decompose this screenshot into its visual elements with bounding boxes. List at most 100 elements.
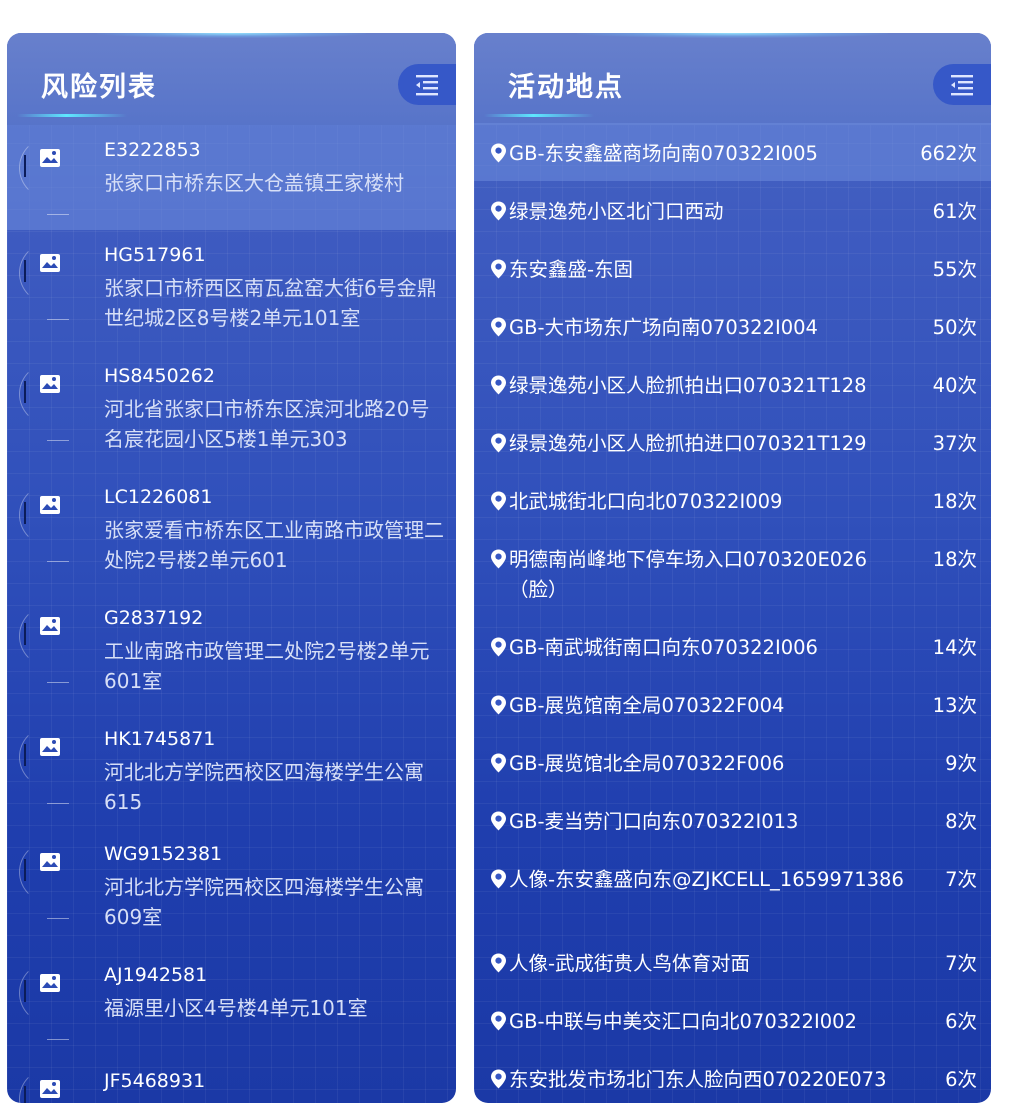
location-list-item[interactable]: 绿景逸苑小区人脸抓拍出口070321T128 40次 (474, 355, 991, 413)
title-underline (484, 114, 594, 117)
location-list-item[interactable]: GB-南武城街南口向东070322I006 14次 (474, 617, 991, 675)
location-panel-title: 活动地点 (508, 72, 624, 103)
risk-list-item[interactable]: G2837192 工业南路市政管理二处院2号楼2单元601室 (7, 593, 456, 714)
location-list-item[interactable]: GB-大市场东广场向南070322I004 50次 (474, 297, 991, 355)
location-panel-collapse-button[interactable] (933, 64, 991, 105)
location-name: GB-中联与中美交汇口向北070322I002 (509, 1010, 857, 1033)
location-panel-header: 活动地点 (474, 33, 991, 125)
location-pin-icon (491, 259, 506, 279)
risk-item-icon-frame (19, 605, 81, 683)
decorative-line (47, 561, 69, 562)
location-pin-icon (491, 549, 506, 569)
location-visit-count: 50次 (932, 316, 977, 339)
location-name: 人像-东安鑫盛向东@ZJKCELL_1659971386 (509, 868, 904, 891)
location-list-item[interactable]: 绿景逸苑小区北门口西动 61次 (474, 181, 991, 239)
risk-panel-header: 风险列表 (7, 33, 456, 125)
image-placeholder-icon (40, 149, 60, 167)
risk-panel-title: 风险列表 (41, 72, 157, 103)
risk-list-item[interactable]: HK1745871 河北北方学院西校区四海楼学生公寓615 (7, 714, 456, 829)
location-visit-count: 14次 (932, 636, 977, 659)
location-list-item[interactable]: GB-麦当劳门口向东070322I013 8次 (474, 791, 991, 849)
risk-item-icon-frame (19, 363, 81, 441)
location-list-item[interactable]: 东安批发市场北门东人脸向西070220E073 6次 (474, 1049, 991, 1103)
image-placeholder-icon (40, 254, 60, 272)
risk-item-address: 河北省张家口市桥东区滨河北路20号名宸花园小区5楼1单元303 (104, 397, 430, 451)
location-name: GB-东安鑫盛商场向南070322I005 (509, 142, 818, 165)
location-visit-count: 7次 (945, 952, 977, 975)
risk-item-id: HK1745871 (104, 728, 216, 750)
location-name: 绿景逸苑小区人脸抓拍进口070321T129 (509, 432, 867, 455)
risk-item-address: 河北北方学院西校区四海楼学生公寓615 (104, 760, 424, 814)
location-pin-icon (491, 491, 506, 511)
risk-item-icon-frame (19, 726, 81, 804)
risk-panel-collapse-button[interactable] (398, 64, 456, 105)
location-pin-icon (491, 695, 506, 715)
risk-list-item[interactable]: WG9152381 河北北方学院西校区四海楼学生公寓609室 (7, 829, 456, 950)
risk-list-item[interactable]: E3222853 张家口市桥东区大仓盖镇王家楼村 (7, 125, 456, 230)
location-list: GB-东安鑫盛商场向南070322I005 662次绿景逸苑小区北门口西动 61次东… (474, 123, 991, 1103)
risk-item-id: HS8450262 (104, 365, 215, 387)
location-pin-icon (491, 433, 506, 453)
risk-item-address: 张家口市桥东区大仓盖镇王家楼村 (104, 171, 404, 195)
location-name: 绿景逸苑小区北门口西动 (509, 200, 724, 223)
decorative-line (47, 1039, 69, 1040)
location-list-item[interactable]: GB-中联与中美交汇口向北070322I002 6次 (474, 991, 991, 1049)
location-visit-count: 13次 (932, 694, 977, 717)
location-name: 明德南尚峰地下停车场入口070320E026（脸） (509, 548, 867, 601)
image-placeholder-icon (40, 375, 60, 393)
image-placeholder-icon (40, 617, 60, 635)
location-name: GB-南武城街南口向东070322I006 (509, 636, 818, 659)
location-visit-count: 7次 (945, 868, 977, 891)
risk-item-address: 河北北方学院西校区四海楼学生公寓609室 (104, 875, 424, 929)
location-visit-count: 9次 (945, 752, 977, 775)
location-visit-count: 8次 (945, 810, 977, 833)
location-pin-icon (491, 753, 506, 773)
decorative-line (47, 214, 69, 215)
risk-item-id: HG517961 (104, 244, 206, 266)
collapse-menu-icon (416, 74, 438, 95)
location-list-item[interactable]: GB-展览馆南全局070322F004 13次 (474, 675, 991, 733)
location-visit-count: 61次 (932, 200, 977, 223)
location-list-item[interactable]: 人像-东安鑫盛向东@ZJKCELL_1659971386 7次 (474, 849, 991, 933)
location-list-panel: 活动地点 GB-东安鑫盛商场向南070322I005 662次 绿景逸苑小区北门口西… (474, 33, 991, 1103)
location-list-item[interactable]: 明德南尚峰地下停车场入口070320E026（脸） 18次 (474, 529, 991, 617)
risk-item-icon-frame (19, 484, 81, 562)
risk-list-item[interactable]: JF5468931 (7, 1056, 456, 1103)
title-underline (17, 114, 127, 117)
location-name: 东安批发市场北门东人脸向西070220E073 (509, 1068, 887, 1091)
location-list-item[interactable]: GB-东安鑫盛商场向南070322I005 662次 (474, 123, 991, 181)
location-pin-icon (491, 869, 506, 889)
location-pin-icon (491, 1011, 506, 1031)
risk-list-item[interactable]: HG517961 张家口市桥西区南瓦盆窑大街6号金鼎世纪城2区8号楼2单元101室 (7, 230, 456, 351)
location-list-item[interactable]: 绿景逸苑小区人脸抓拍进口070321T129 37次 (474, 413, 991, 471)
risk-list-item[interactable]: HS8450262 河北省张家口市桥东区滨河北路20号名宸花园小区5楼1单元303 (7, 351, 456, 472)
location-visit-count: 55次 (932, 258, 977, 281)
location-pin-icon (491, 375, 506, 395)
decorative-line (47, 319, 69, 320)
risk-list-item[interactable]: AJ1942581 福源里小区4号楼4单元101室 (7, 950, 456, 1056)
risk-item-id: E3222853 (104, 139, 201, 161)
location-list-item[interactable]: 北武城街北口向北070322I009 18次 (474, 471, 991, 529)
risk-item-id: G2837192 (104, 607, 204, 629)
risk-item-address: 张家爱看市桥东区工业南路市政管理二处院2号楼2单元601 (104, 518, 444, 572)
location-pin-icon (491, 1069, 506, 1089)
location-list-item[interactable]: 人像-武成街贵人鸟体育对面 7次 (474, 933, 991, 991)
risk-list-item[interactable]: LC1226081 张家爱看市桥东区工业南路市政管理二处院2号楼2单元601 (7, 472, 456, 593)
risk-list-panel: 风险列表 E3222853 张家口市桥东区大仓盖镇王家楼村 HG517961 张家口市… (7, 33, 456, 1103)
image-placeholder-icon (40, 974, 60, 992)
risk-item-icon-frame (19, 1068, 81, 1103)
location-pin-icon (491, 637, 506, 657)
location-list-item[interactable]: GB-展览馆北全局070322F006 9次 (474, 733, 991, 791)
location-name: 北武城街北口向北070322I009 (509, 490, 783, 513)
location-visit-count: 37次 (932, 432, 977, 455)
location-name: GB-展览馆南全局070322F004 (509, 694, 785, 717)
location-name: 人像-武成街贵人鸟体育对面 (509, 952, 751, 975)
risk-item-id: JF5468931 (104, 1070, 206, 1092)
decorative-line (47, 918, 69, 919)
risk-item-icon-frame (19, 962, 81, 1040)
decorative-line (47, 803, 69, 804)
risk-item-id: AJ1942581 (104, 964, 208, 986)
risk-item-address: 工业南路市政管理二处院2号楼2单元601室 (104, 639, 430, 693)
location-list-item[interactable]: 东安鑫盛-东固 55次 (474, 239, 991, 297)
location-name: GB-大市场东广场向南070322I004 (509, 316, 818, 339)
